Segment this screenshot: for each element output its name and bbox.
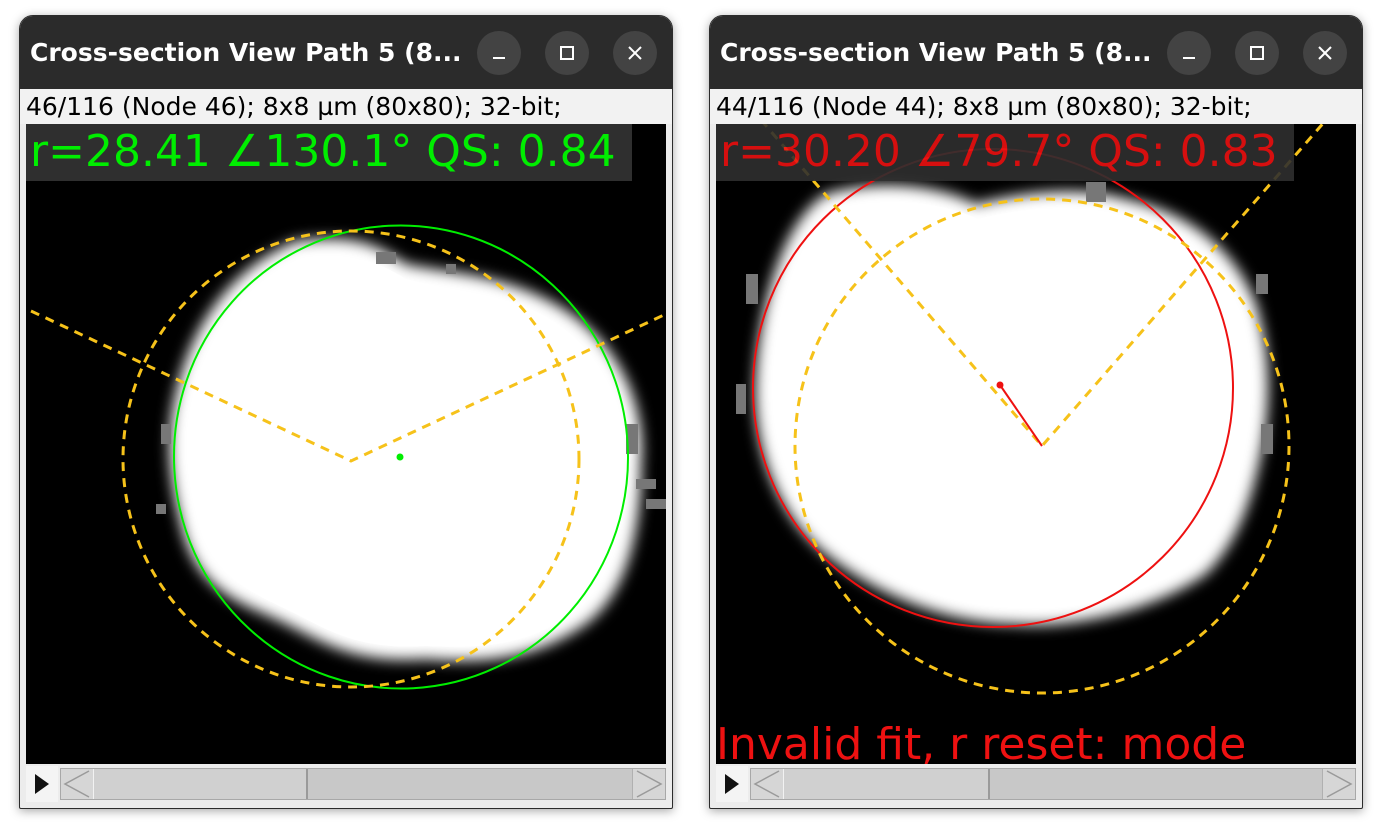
fit-readout-box: r=28.41 ∠130.1° QS: 0.84: [26, 124, 632, 181]
slice-controls: [26, 766, 666, 802]
chevron-right-icon: [636, 770, 663, 798]
chevron-right-icon: [1326, 770, 1353, 798]
cross-section-window-2: Cross-section View Path 5 (8... 44/116 (…: [709, 15, 1363, 809]
image-info-bar: 46/116 (Node 46); 8x8 µm (80x80); 32-bit…: [20, 89, 672, 124]
cross-section-image: [736, 124, 1325, 695]
maximize-icon: [560, 46, 574, 60]
image-canvas[interactable]: r=30.20 ∠79.7° QS: 0.83 Invalid fit, r r…: [716, 124, 1356, 764]
center-point: [996, 381, 1004, 389]
scroll-right-button[interactable]: [1322, 769, 1355, 799]
slice-scrollbar[interactable]: [60, 768, 666, 800]
window-title: Cross-section View Path 5 (8...: [720, 38, 1152, 67]
maximize-button[interactable]: [545, 31, 589, 75]
maximize-button[interactable]: [1235, 31, 1279, 75]
maximize-icon: [1250, 46, 1264, 60]
minimize-icon: [493, 57, 505, 59]
close-button[interactable]: [613, 31, 657, 75]
play-button[interactable]: [26, 766, 58, 802]
slice-controls: [716, 766, 1356, 802]
window-title: Cross-section View Path 5 (8...: [30, 38, 462, 67]
close-button[interactable]: [1303, 31, 1347, 75]
chevron-left-icon: [63, 770, 90, 798]
fit-readout: r=30.20 ∠79.7° QS: 0.83: [720, 126, 1278, 177]
minimize-button[interactable]: [1167, 31, 1211, 75]
play-icon: [725, 774, 739, 794]
scroll-thumb[interactable]: [783, 769, 990, 799]
image-canvas[interactable]: r=28.41 ∠130.1° QS: 0.84: [26, 124, 666, 764]
fit-readout: r=28.41 ∠130.1° QS: 0.84: [30, 126, 616, 177]
slice-scrollbar[interactable]: [750, 768, 1356, 800]
play-button[interactable]: [716, 766, 748, 802]
cross-section-window-1: Cross-section View Path 5 (8... 46/116 (…: [19, 15, 673, 809]
scroll-left-button[interactable]: [751, 769, 784, 799]
scroll-thumb[interactable]: [93, 769, 308, 799]
title-bar[interactable]: Cross-section View Path 5 (8...: [20, 16, 672, 89]
scroll-right-button[interactable]: [632, 769, 665, 799]
scroll-left-button[interactable]: [61, 769, 94, 799]
play-icon: [35, 774, 49, 794]
minimize-icon: [1183, 57, 1195, 59]
minimize-button[interactable]: [477, 31, 521, 75]
close-icon: [628, 46, 642, 60]
invalid-fit-warning: Invalid fit, r reset: mode: [716, 719, 1247, 765]
chevron-left-icon: [753, 770, 780, 798]
close-icon: [1318, 46, 1332, 60]
image-info-bar: 44/116 (Node 44); 8x8 µm (80x80); 32-bit…: [710, 89, 1362, 124]
center-point: [396, 453, 404, 461]
fit-readout-box: r=30.20 ∠79.7° QS: 0.83: [716, 124, 1294, 181]
title-bar[interactable]: Cross-section View Path 5 (8...: [710, 16, 1362, 89]
cross-section-image: [30, 224, 666, 690]
